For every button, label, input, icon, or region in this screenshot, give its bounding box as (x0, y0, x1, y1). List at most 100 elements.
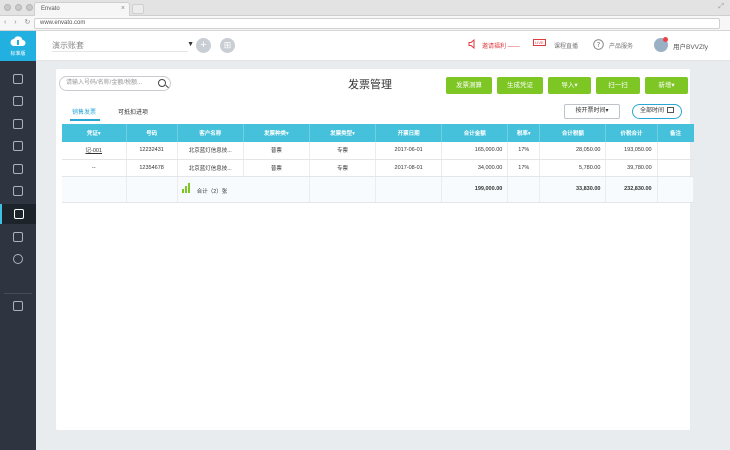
book-icon (13, 74, 23, 84)
import-button[interactable]: 导入▾ (548, 77, 591, 94)
address-bar: ‹ › ↻ www.envato.com (0, 16, 730, 31)
cell-customer: 北京蓝灯信息技... (177, 142, 244, 160)
sidebar-item-settings[interactable] (0, 249, 36, 269)
total-spacer (62, 176, 127, 203)
total-sum: 232,830.00 (605, 176, 658, 203)
speaker-icon (468, 39, 475, 49)
nav-buttons[interactable]: ‹ › ↻ (4, 18, 33, 26)
total-row: 合计（2）张 199,000.00 33,830.00 232,830.00 (62, 176, 695, 203)
generate-voucher-button[interactable]: 生成凭证 (497, 77, 543, 94)
new-tab-button[interactable] (132, 4, 144, 14)
cell-total: 39,780.00 (605, 159, 658, 177)
col-invoice-type[interactable]: 发票类型▾ (309, 124, 377, 142)
svg-text:?: ? (597, 41, 601, 49)
total-tax: 33,830.00 (539, 176, 607, 203)
all-time-filter[interactable]: 全部时间 (632, 104, 682, 119)
app-logo[interactable]: 标准版 (0, 31, 36, 61)
window-controls (4, 4, 33, 11)
close-tab-icon[interactable]: × (121, 3, 125, 15)
cell-date: 2017-08-01 (375, 159, 443, 177)
live-course-link[interactable]: 课程直播 (554, 41, 578, 50)
col-voucher[interactable]: 凭证▾ (62, 124, 127, 142)
cell-amount: 165,000.00 (441, 142, 509, 160)
tab-deductible-input[interactable]: 可抵扣进项 (118, 107, 148, 116)
browser-tab-title: Envato (41, 6, 60, 12)
col-note: 备注 (670, 131, 682, 137)
cell-voucher: -- (62, 159, 127, 177)
cell-type: 专票 (309, 159, 377, 177)
live-badge: LIVE (533, 39, 546, 46)
cell-note (657, 159, 695, 177)
sidebar-item-upload[interactable] (0, 91, 36, 111)
scan-button[interactable]: 扫一扫 (596, 77, 640, 94)
account-select-value: 演示账套 (52, 41, 84, 50)
search-icon[interactable] (158, 79, 166, 87)
col-tax-rate[interactable]: 税率▾ (507, 124, 541, 142)
sort-by-date-dropdown[interactable]: 按开票时间▾ (564, 104, 620, 119)
notification-dot (663, 37, 668, 42)
col-date: 开票日期 (375, 124, 443, 142)
sidebar-item-report[interactable] (0, 181, 36, 201)
cell-kind: 普票 (243, 142, 310, 160)
total-amount: 199,000.00 (441, 176, 509, 203)
sidebar-item-ledger[interactable] (0, 159, 36, 179)
sidebar-item-book[interactable] (0, 69, 36, 89)
settings-icon (13, 254, 23, 264)
calendar-icon (667, 107, 674, 114)
cell-customer: 北京蓝灯信息技... (177, 159, 244, 177)
upload-icon (13, 96, 23, 106)
user-name[interactable]: 用户BVVZfy (673, 41, 708, 51)
browser-tab[interactable]: Envato × (34, 2, 130, 16)
account-select[interactable]: 演示账套 ▼ (52, 40, 194, 52)
col-number: 号码 (126, 124, 178, 142)
minimize-window-button[interactable] (15, 4, 22, 11)
all-time-label: 全部时间 (639, 108, 664, 114)
cell-kind: 普票 (243, 159, 310, 177)
app-header: 演示账套 ▼ + ⊞ 邀请福利 —— LIVE 课程直播 ? 产品服务 用户BV… (36, 31, 730, 61)
table-row[interactable]: -- 12354678 北京蓝灯信息技... 普票 专票 2017-08-01 … (62, 159, 695, 177)
total-spacer (126, 176, 178, 203)
sidebar-item-building[interactable] (0, 136, 36, 156)
url-input[interactable]: www.envato.com (34, 18, 720, 29)
cell-number: 12232431 (126, 142, 178, 160)
building-icon (13, 141, 23, 151)
search-input[interactable]: 请输入号码/名称/金额/税额... (59, 76, 171, 91)
sidebar-item-stamp[interactable] (0, 227, 36, 247)
col-customer: 客户名称 (177, 124, 244, 142)
product-service-link[interactable]: 产品服务 (609, 41, 633, 50)
total-spacer (507, 176, 541, 203)
ledger-icon (13, 164, 23, 174)
sidebar-item-chart[interactable] (0, 114, 36, 134)
chart-icon (13, 119, 23, 129)
col-tax: 合计税额 (539, 124, 607, 142)
main-panel: 请输入号码/名称/金额/税额... 发票管理 发票测算 生成凭证 导入▾ 扫一扫… (56, 69, 695, 430)
col-total: 价税合计 (605, 124, 658, 142)
cell-voucher[interactable]: 记-001 (62, 142, 127, 160)
invoice-calc-button[interactable]: 发票测算 (446, 77, 492, 94)
cloud-icon (10, 36, 26, 46)
total-spacer (375, 176, 443, 203)
browser-tab-bar: Envato × ⤢ (0, 0, 730, 16)
cell-date: 2017-06-01 (375, 142, 443, 160)
chevron-down-icon: ▼ (187, 41, 194, 48)
sidebar-divider (4, 293, 32, 294)
cell-tax: 5,780.00 (539, 159, 607, 177)
promo-link[interactable]: 邀请福利 —— (482, 41, 520, 50)
fullscreen-icon[interactable]: ⤢ (718, 3, 724, 11)
add-button[interactable]: 新增▾ (645, 77, 688, 94)
sidebar-item-invoice[interactable] (0, 204, 36, 224)
cell-total: 193,050.00 (605, 142, 658, 160)
grid-circle-button[interactable]: ⊞ (220, 38, 235, 53)
col-invoice-kind[interactable]: 发票种类▾ (243, 124, 310, 142)
maximize-window-button[interactable] (26, 4, 33, 11)
cell-number: 12354678 (126, 159, 178, 177)
logo-text: 标准版 (10, 51, 26, 57)
bar-chart-icon (181, 183, 191, 195)
close-window-button[interactable] (4, 4, 11, 11)
add-circle-button[interactable]: + (196, 38, 211, 53)
table-row[interactable]: 记-001 12232431 北京蓝灯信息技... 普票 专票 2017-06-… (62, 142, 695, 160)
tab-sales-invoice[interactable]: 销售发票 (72, 107, 96, 116)
total-label-cell: 合计（2）张 (177, 176, 310, 203)
sidebar-item-archive[interactable] (0, 296, 36, 316)
cell-type: 专票 (309, 142, 377, 160)
